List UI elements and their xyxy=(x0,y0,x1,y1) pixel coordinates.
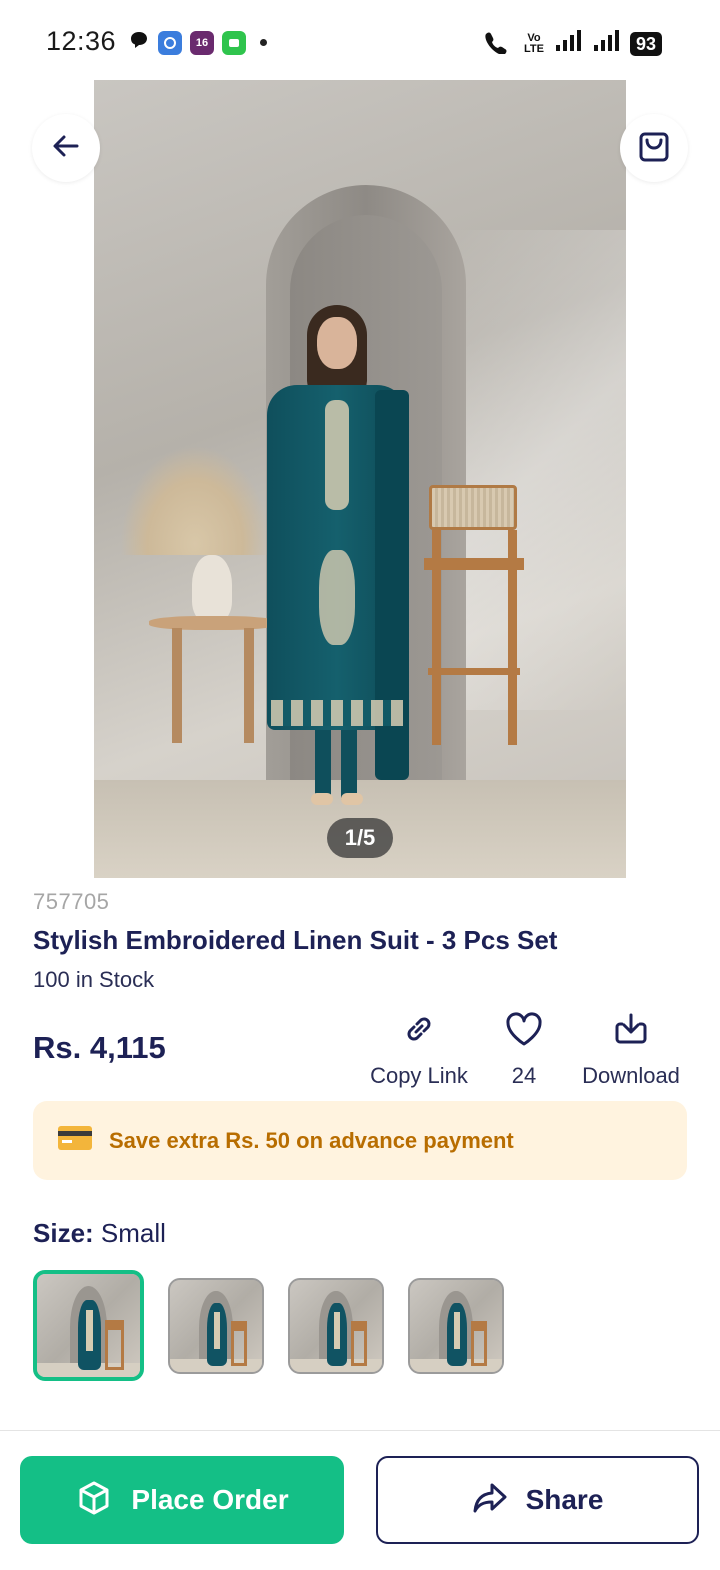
status-time: 12:36 xyxy=(46,26,117,56)
calendar-app-icon: 16 xyxy=(190,30,214,55)
back-arrow-icon xyxy=(50,130,82,167)
variant-thumbnail-selected[interactable] xyxy=(33,1270,144,1381)
copy-link-button[interactable]: Copy Link xyxy=(366,1010,472,1089)
system-icons: Vo LTE 93 xyxy=(482,28,662,59)
chat-bubble-icon xyxy=(128,29,150,56)
size-value: Small xyxy=(100,1218,166,1248)
product-sku: 757705 xyxy=(33,889,110,914)
variant-thumbnail[interactable] xyxy=(288,1278,384,1374)
link-icon xyxy=(400,1010,438,1053)
wifi-call-icon xyxy=(482,28,514,59)
sync-app-icon xyxy=(158,30,182,55)
volte-indicator: Vo LTE xyxy=(524,32,544,55)
heart-icon xyxy=(504,1010,544,1053)
place-order-label: Place Order xyxy=(131,1484,289,1515)
store-app-icon xyxy=(222,30,246,55)
share-button[interactable]: Share xyxy=(376,1456,699,1544)
product-title: Stylish Embroidered Linen Suit - 3 Pcs S… xyxy=(33,925,558,955)
share-icon xyxy=(472,1481,508,1520)
back-button[interactable] xyxy=(32,114,100,182)
product-price: Rs. 4,115 xyxy=(33,1030,166,1065)
volte-line-2: LTE xyxy=(524,42,544,55)
download-label: Download xyxy=(582,1063,680,1088)
credit-card-icon xyxy=(57,1125,93,1156)
size-label: Size: xyxy=(33,1218,94,1248)
size-selection: Size: Small xyxy=(33,1218,166,1249)
more-notifications-dot xyxy=(260,39,267,46)
share-label: Share xyxy=(525,1484,604,1515)
download-button[interactable]: Download xyxy=(574,1010,688,1089)
status-bar: 12:36 16 Vo LTE 93 xyxy=(0,0,720,80)
variant-thumbnail[interactable] xyxy=(168,1278,264,1374)
download-icon xyxy=(612,1010,650,1053)
signal-icon-1 xyxy=(554,29,582,58)
product-image-carousel[interactable]: 1/5 xyxy=(94,80,626,878)
signal-icon-2 xyxy=(592,29,620,58)
promo-text: Save extra Rs. 50 on advance payment xyxy=(109,1127,514,1153)
cart-button[interactable] xyxy=(620,114,688,182)
box-icon xyxy=(75,1479,113,1522)
bottom-bar-divider xyxy=(0,1430,720,1431)
image-counter: 1/5 xyxy=(327,818,393,858)
advance-payment-banner: Save extra Rs. 50 on advance payment xyxy=(33,1101,687,1180)
battery-indicator: 93 xyxy=(629,31,662,56)
notification-icons: 16 xyxy=(128,29,267,56)
stock-status: 100 in Stock xyxy=(33,967,155,992)
copy-link-label: Copy Link xyxy=(370,1063,468,1088)
shopping-bag-icon xyxy=(636,128,672,169)
like-count: 24 xyxy=(511,1063,537,1088)
variant-thumbnail[interactable] xyxy=(408,1278,504,1374)
like-button[interactable]: 24 xyxy=(494,1010,554,1089)
place-order-button[interactable]: Place Order xyxy=(20,1456,344,1544)
model-figure xyxy=(257,305,417,805)
